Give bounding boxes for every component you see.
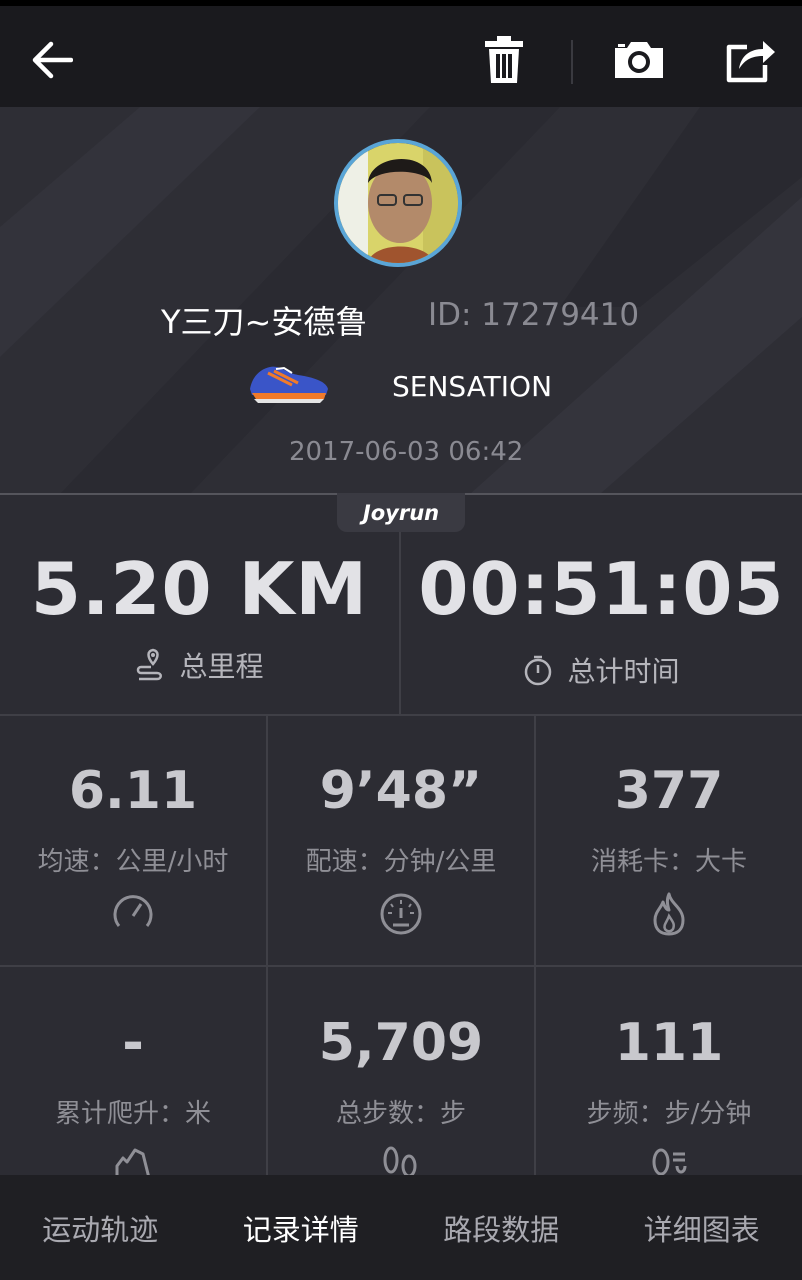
- stat-value: 5,709: [318, 1013, 484, 1073]
- stat-avg-speed: 6.11 均速：公里/小时: [0, 759, 266, 934]
- tab-record-details[interactable]: 记录详情: [201, 1175, 402, 1280]
- footprint-icon: [383, 1146, 417, 1178]
- cadence-icon: [652, 1148, 687, 1176]
- stat-value: 377: [614, 761, 724, 821]
- stat-value: 6.11: [68, 761, 198, 821]
- stat-label: 累计爬升：米: [54, 1099, 211, 1129]
- distance-value: 5.20 KM: [30, 547, 369, 631]
- duration-value: 00:51:05: [418, 547, 785, 631]
- climb-icon: [115, 1148, 151, 1178]
- tab-track[interactable]: 运动轨迹: [0, 1175, 201, 1280]
- stat-value: 111: [614, 1013, 724, 1073]
- user-name: Y三刀~安德鲁: [161, 303, 368, 341]
- profile-header: Y三刀~安德鲁 ID: 17279410 SENSATION 2017-06-0…: [0, 107, 802, 494]
- flame-icon: [653, 892, 685, 936]
- stat-calories: 377 消耗卡：大卡: [536, 759, 802, 936]
- stat-label: 步频：步/分钟: [586, 1099, 752, 1129]
- stat-label: 均速：公里/小时: [37, 847, 229, 877]
- stat-label: 配速：分钟/公里: [305, 847, 497, 877]
- speedometer-icon: [113, 895, 153, 927]
- camera-button[interactable]: [612, 30, 666, 90]
- user-id: ID: 17279410: [428, 297, 640, 333]
- bottom-tab-bar: 运动轨迹 记录详情 路段数据 详细图表: [0, 1175, 802, 1280]
- duration-label: 总计时间: [567, 655, 680, 688]
- grid-divider: [0, 714, 802, 716]
- distance-label-row: 总里程: [0, 645, 399, 685]
- stat-steps: 5,709 总步数：步: [268, 1011, 534, 1178]
- stat-pace: 9’48” 配速：分钟/公里: [268, 759, 534, 936]
- tab-segment-data[interactable]: 路段数据: [401, 1175, 602, 1280]
- stat-climb: - 累计爬升：米: [0, 1011, 266, 1178]
- distance-label: 总里程: [179, 650, 264, 683]
- shoe-name: SENSATION: [392, 370, 553, 403]
- joyrun-badge: Joyrun: [337, 493, 465, 532]
- stat-value: -: [122, 1013, 144, 1073]
- trash-icon: [485, 36, 523, 83]
- shoe-icon: [250, 366, 328, 403]
- tab-detailed-charts[interactable]: 详细图表: [602, 1175, 802, 1280]
- gauge-icon: [380, 893, 422, 935]
- share-button[interactable]: [724, 30, 778, 90]
- duration-label-row: 总计时间: [401, 650, 802, 690]
- avatar[interactable]: [334, 139, 462, 267]
- share-icon: [726, 41, 775, 83]
- back-button[interactable]: [26, 30, 76, 90]
- route-pin-icon: [137, 648, 163, 681]
- stat-label: 总步数：步: [335, 1099, 466, 1129]
- stats-panel: 5.20 KM 总里程 00:51:05 总计时间 6.11 均速：公里/小时 …: [0, 495, 802, 1178]
- camera-icon: [615, 42, 663, 78]
- record-datetime: 2017-06-03 06:42: [289, 437, 524, 467]
- stat-label: 消耗卡：大卡: [590, 847, 747, 877]
- toolbar-divider: [571, 40, 573, 84]
- arrow-left-icon: [32, 41, 73, 79]
- grid-divider: [0, 965, 802, 967]
- avatar-image: [338, 143, 458, 263]
- stat-cadence: 111 步频：步/分钟: [536, 1011, 802, 1178]
- stat-value: 9’48”: [319, 761, 483, 821]
- delete-button[interactable]: [482, 30, 526, 90]
- stopwatch-icon: [525, 655, 552, 686]
- top-toolbar: [0, 0, 802, 107]
